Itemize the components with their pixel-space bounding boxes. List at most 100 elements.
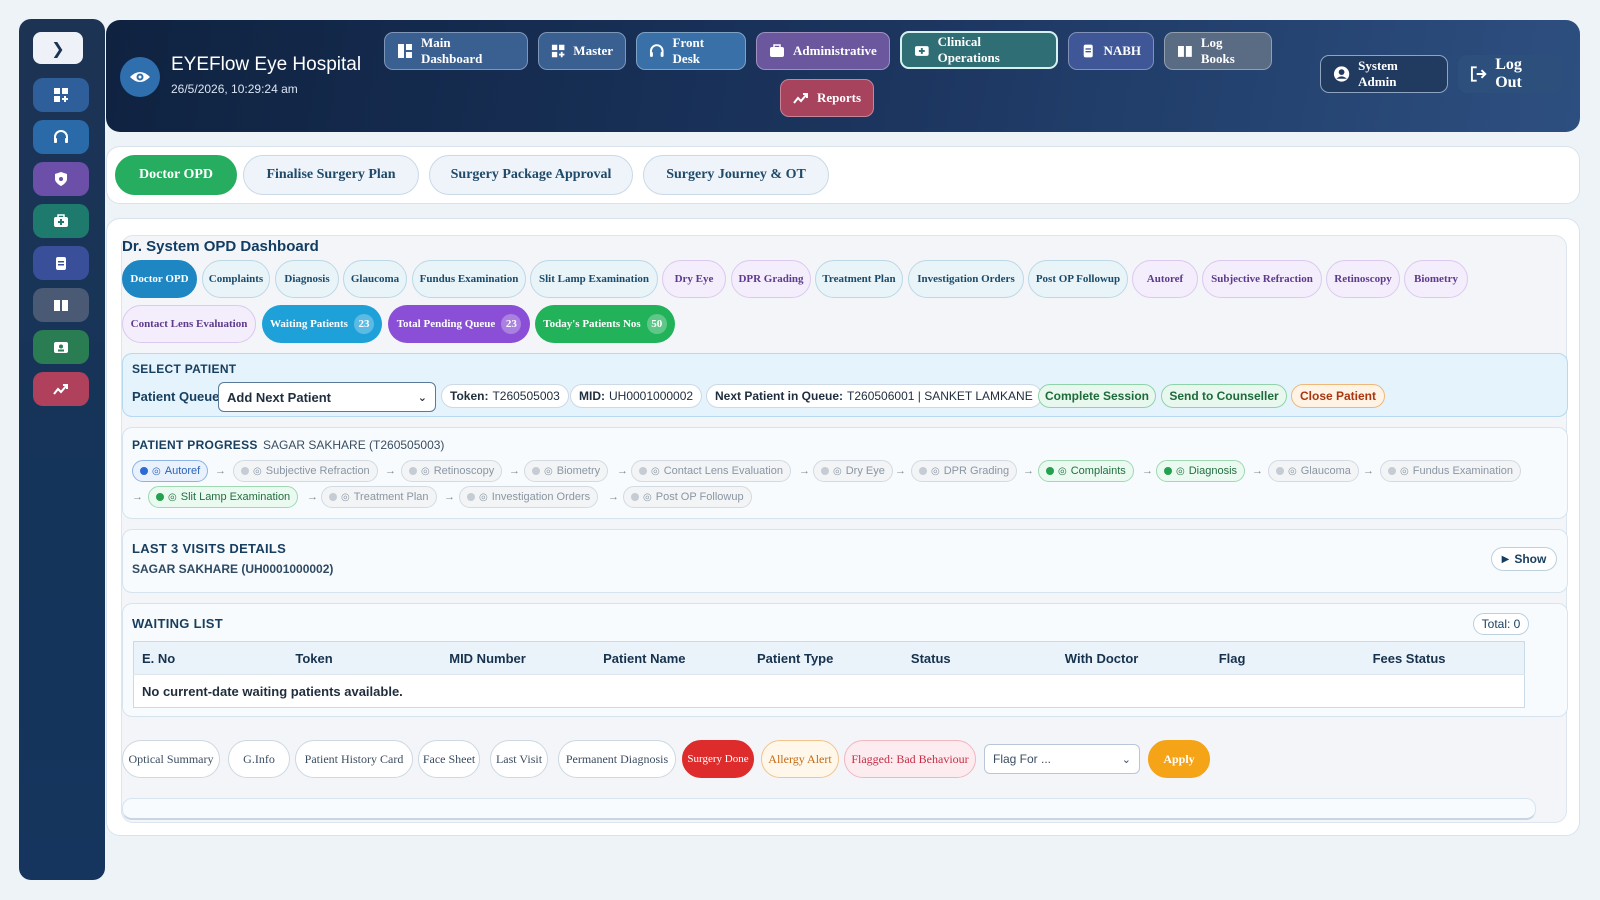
progress-step-label: Subjective Refraction bbox=[265, 465, 370, 477]
pill-subjective-refraction[interactable]: Subjective Refraction bbox=[1202, 260, 1322, 298]
status-dot-icon bbox=[919, 467, 927, 475]
pill-investigation-orders[interactable]: Investigation Orders bbox=[908, 260, 1024, 298]
chevron-down-icon: ⌄ bbox=[417, 390, 427, 404]
face-sheet-button[interactable]: Face Sheet bbox=[418, 740, 480, 778]
sidebar-item-log-books[interactable] bbox=[33, 288, 89, 322]
nav-administrative[interactable]: Administrative bbox=[756, 32, 890, 70]
pill-post-op-followup[interactable]: Post OP Followup bbox=[1028, 260, 1128, 298]
flagged-bad-behaviour-button[interactable]: Flagged: Bad Behaviour bbox=[844, 740, 976, 778]
progress-step-label: Investigation Orders bbox=[491, 491, 591, 503]
progress-step-label: Retinoscopy bbox=[433, 465, 495, 477]
flag-for-select[interactable]: Flag For ... ⌄ bbox=[984, 744, 1140, 774]
sidebar-toggle-button[interactable]: ❯ bbox=[33, 32, 83, 64]
user-menu-button[interactable]: System Admin bbox=[1320, 55, 1448, 93]
progress-step[interactable]: ◎ Treatment Plan bbox=[321, 486, 437, 508]
status-dot-icon bbox=[1164, 467, 1172, 475]
nav-master[interactable]: Master bbox=[538, 32, 626, 70]
eye-exam-icon: ◎ bbox=[651, 465, 660, 477]
complete-session-button[interactable]: Complete Session bbox=[1038, 384, 1156, 408]
select-patient-title: SELECT PATIENT bbox=[132, 362, 237, 376]
allergy-alert-button[interactable]: Allergy Alert bbox=[761, 740, 839, 778]
sidebar-item-records[interactable] bbox=[33, 330, 89, 364]
tab-finalise-surgery-plan[interactable]: Finalise Surgery Plan bbox=[243, 155, 419, 195]
progress-step[interactable]: ◎ Subjective Refraction bbox=[233, 460, 378, 482]
progress-step[interactable]: ◎ Post OP Followup bbox=[623, 486, 752, 508]
progress-step[interactable]: ◎ Retinoscopy bbox=[401, 460, 503, 482]
pill-contact-lens-evaluation[interactable]: Contact Lens Evaluation bbox=[122, 305, 256, 343]
pill-doctor-opd[interactable]: Doctor OPD bbox=[122, 260, 197, 298]
pill-biometry[interactable]: Biometry bbox=[1404, 260, 1468, 298]
waiting-patients-button[interactable]: Waiting Patients 23 bbox=[262, 305, 382, 343]
sidebar-item-reports[interactable] bbox=[33, 372, 89, 406]
column-header: Flag bbox=[1210, 641, 1365, 675]
send-to-counseller-button[interactable]: Send to Counseller bbox=[1161, 384, 1287, 408]
medkit-icon bbox=[54, 214, 68, 227]
eye-exam-icon: ◎ bbox=[152, 465, 161, 477]
tab-surgery-journey-ot[interactable]: Surgery Journey & OT bbox=[643, 155, 829, 195]
sidebar-item-administrative[interactable] bbox=[33, 162, 89, 196]
progress-step[interactable]: ◎ Complaints bbox=[1038, 460, 1134, 482]
sidebar-item-nabh[interactable] bbox=[33, 246, 89, 280]
book-icon bbox=[1177, 46, 1192, 57]
pill-autoref[interactable]: Autoref bbox=[1132, 260, 1198, 298]
patient-history-card-button[interactable]: Patient History Card bbox=[295, 740, 413, 778]
pill-retinoscopy[interactable]: Retinoscopy bbox=[1326, 260, 1400, 298]
headset-icon bbox=[649, 44, 664, 57]
progress-step[interactable]: ◎ Fundus Examination bbox=[1380, 460, 1522, 482]
select-patient-card: SELECT PATIENT Patient Queue Add Next Pa… bbox=[122, 353, 1568, 417]
sidebar-item-clinical[interactable] bbox=[33, 204, 89, 238]
progress-step-label: Autoref bbox=[164, 465, 201, 477]
patient-queue-select[interactable]: Add Next Patient ⌄ bbox=[218, 382, 436, 412]
nav-log-books[interactable]: Log Books bbox=[1164, 32, 1272, 70]
progress-step[interactable]: ◎ Investigation Orders bbox=[459, 486, 599, 508]
status-dot-icon bbox=[329, 493, 337, 501]
current-datetime: 26/5/2026, 10:29:24 am bbox=[171, 82, 298, 96]
progress-step[interactable]: ◎ Glaucoma bbox=[1268, 460, 1359, 482]
briefcase-icon bbox=[770, 44, 784, 57]
permanent-diagnosis-button[interactable]: Permanent Diagnosis bbox=[558, 740, 676, 778]
nav-front-desk[interactable]: Front Desk bbox=[636, 32, 746, 70]
nav-nabh[interactable]: NABH bbox=[1068, 32, 1154, 70]
optical-summary-button[interactable]: Optical Summary bbox=[122, 740, 220, 778]
sidebar-item-dashboard[interactable] bbox=[33, 78, 89, 112]
status-dot-icon bbox=[1046, 467, 1054, 475]
status-dot-icon bbox=[821, 467, 829, 475]
pill-fundus-examination[interactable]: Fundus Examination bbox=[412, 260, 526, 298]
tab-doctor-opd[interactable]: Doctor OPD bbox=[115, 155, 237, 195]
show-visits-button[interactable]: ▶ Show bbox=[1491, 547, 1557, 571]
apply-flag-button[interactable]: Apply bbox=[1148, 740, 1210, 778]
nav-main-dashboard[interactable]: Main Dashboard bbox=[384, 32, 528, 70]
sidebar-item-front-desk[interactable] bbox=[33, 120, 89, 154]
pending-queue-button[interactable]: Total Pending Queue 23 bbox=[388, 305, 530, 343]
progress-step-label: DPR Grading bbox=[943, 465, 1010, 477]
progress-step[interactable]: ◎ Diagnosis bbox=[1156, 460, 1246, 482]
arrow-right-icon: → bbox=[132, 491, 143, 503]
status-dot-icon bbox=[409, 467, 417, 475]
progress-step[interactable]: ◎ Biometry bbox=[524, 460, 609, 482]
pill-complaints[interactable]: Complaints bbox=[202, 260, 270, 298]
logout-button[interactable]: Log Out bbox=[1458, 55, 1562, 93]
chevron-down-icon: ⌄ bbox=[1121, 752, 1131, 766]
surgery-done-button[interactable]: Surgery Done bbox=[682, 740, 754, 778]
progress-step[interactable]: ◎ DPR Grading bbox=[911, 460, 1018, 482]
progress-step[interactable]: ◎ Dry Eye bbox=[813, 460, 893, 482]
tab-surgery-package-approval[interactable]: Surgery Package Approval bbox=[429, 155, 633, 195]
pill-dry-eye[interactable]: Dry Eye bbox=[662, 260, 726, 298]
g-info-button[interactable]: G.Info bbox=[228, 740, 290, 778]
nav-clinical-operations[interactable]: Clinical Operations bbox=[900, 31, 1058, 69]
pill-treatment-plan[interactable]: Treatment Plan bbox=[815, 260, 903, 298]
progress-step[interactable]: ◎ Contact Lens Evaluation bbox=[631, 460, 791, 482]
todays-patients-button[interactable]: Today's Patients Nos 50 bbox=[535, 305, 675, 343]
pill-dpr-grading[interactable]: DPR Grading bbox=[731, 260, 811, 298]
nav-reports[interactable]: Reports bbox=[780, 79, 874, 117]
progress-step[interactable]: ◎ Autoref bbox=[132, 460, 209, 482]
progress-step[interactable]: ◎ Slit Lamp Examination bbox=[148, 486, 299, 508]
column-header: Token bbox=[287, 641, 442, 675]
pill-glaucoma[interactable]: Glaucoma bbox=[343, 260, 407, 298]
last-visit-button[interactable]: Last Visit bbox=[490, 740, 548, 778]
pill-diagnosis[interactable]: Diagnosis bbox=[275, 260, 339, 298]
pill-slit-lamp-examination[interactable]: Slit Lamp Examination bbox=[530, 260, 658, 298]
arrow-right-icon: → bbox=[617, 465, 628, 477]
close-patient-button[interactable]: Close Patient bbox=[1291, 384, 1385, 408]
grid-plus-icon bbox=[551, 44, 565, 58]
